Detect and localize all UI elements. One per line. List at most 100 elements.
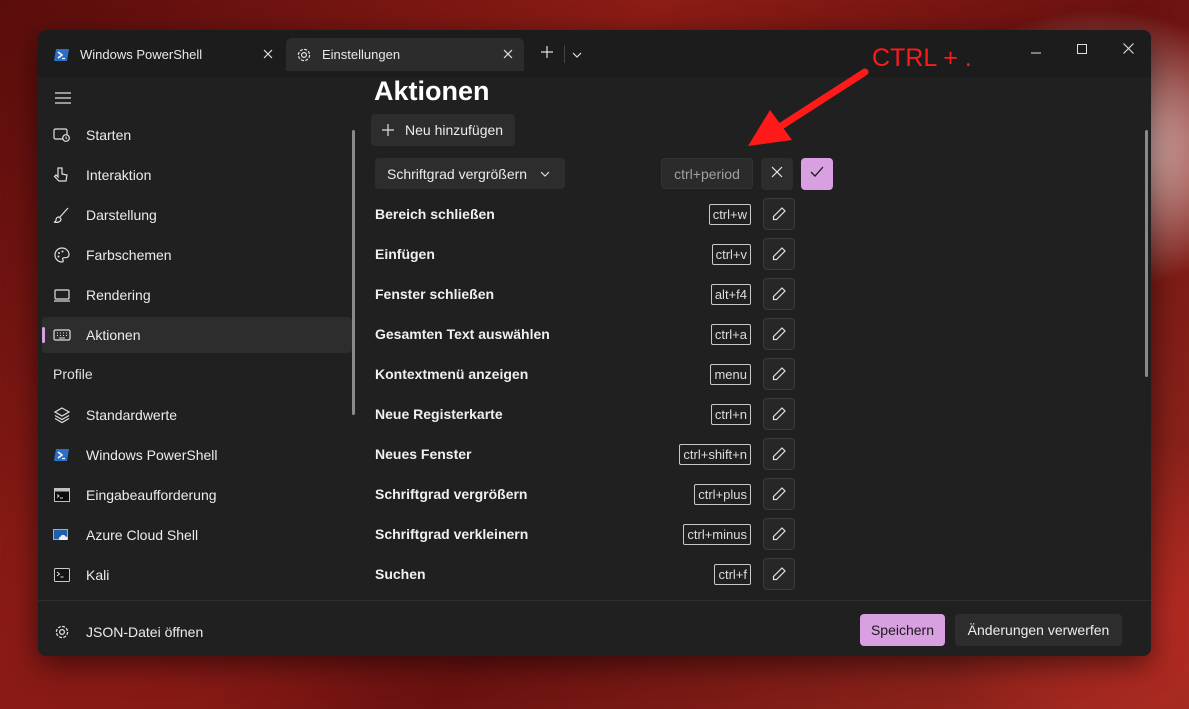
tab-einstellungen[interactable]: Einstellungen <box>286 38 524 71</box>
sidebar-item-label: Kali <box>86 567 110 583</box>
edit-button[interactable] <box>763 318 795 350</box>
hamburger-menu-icon[interactable] <box>54 89 72 107</box>
action-name: Einfügen <box>375 246 435 262</box>
action-name: Kontextmenü anzeigen <box>375 366 529 382</box>
key-chip: ctrl+f <box>714 564 751 585</box>
key-chip: ctrl+n <box>710 404 751 425</box>
edit-button[interactable] <box>763 518 795 550</box>
pencil-icon <box>772 527 786 541</box>
sidebar-item-rendering[interactable]: Rendering <box>42 277 352 313</box>
action-name: Schriftgrad verkleinern <box>375 526 529 542</box>
action-name: Schriftgrad vergrößern <box>375 486 528 502</box>
tab-dropdown-button[interactable] <box>564 41 590 67</box>
discard-changes-button[interactable]: Änderungen verwerfen <box>955 614 1122 646</box>
action-name: Bereich schließen <box>375 206 495 222</box>
edit-button[interactable] <box>763 478 795 510</box>
edit-button[interactable] <box>763 398 795 430</box>
sidebar-item-starten[interactable]: Starten <box>42 117 352 153</box>
checkmark-icon <box>810 165 824 183</box>
tab-windows-powershell[interactable]: Windows PowerShell <box>44 38 284 71</box>
sidebar-item-interaktion[interactable]: Interaktion <box>42 157 352 193</box>
footer-bar: JSON-Datei öffnen Speichern Änderungen v… <box>38 600 1151 656</box>
sidebar-item-windows-powershell[interactable]: Windows PowerShell <box>42 437 352 473</box>
close-icon <box>771 165 783 183</box>
action-row: Suchen ctrl+f <box>375 558 795 590</box>
key-chip: ctrl+plus <box>694 484 751 505</box>
gear-icon <box>296 47 312 63</box>
brush-icon <box>53 206 71 224</box>
profiles-header: Profile <box>53 366 93 382</box>
cancel-button[interactable] <box>761 158 793 190</box>
annotation-arrow-icon <box>748 68 869 146</box>
palette-icon <box>53 246 71 264</box>
action-row: Schriftgrad verkleinern ctrl+minus <box>375 518 795 550</box>
keyboard-icon <box>53 326 71 344</box>
key-chip: ctrl+v <box>711 244 751 265</box>
sidebar-item-aktionen[interactable]: Aktionen <box>42 317 352 353</box>
maximize-button[interactable] <box>1059 36 1105 64</box>
maximize-icon <box>1077 41 1087 59</box>
close-window-button[interactable] <box>1105 36 1151 64</box>
sidebar-item-label: Aktionen <box>86 327 141 343</box>
key-chip: ctrl+minus <box>683 524 751 545</box>
linux-icon <box>53 566 71 584</box>
open-json-label: JSON-Datei öffnen <box>86 624 204 640</box>
edit-button[interactable] <box>763 558 795 590</box>
layers-icon <box>53 406 71 424</box>
pencil-icon <box>772 447 786 461</box>
edit-button[interactable] <box>763 278 795 310</box>
edit-button[interactable] <box>763 358 795 390</box>
add-new-label: Neu hinzufügen <box>405 122 504 138</box>
close-icon[interactable] <box>260 46 276 62</box>
open-json-file-link[interactable]: JSON-Datei öffnen <box>53 623 203 641</box>
key-binding-input[interactable]: ctrl+period <box>661 158 753 189</box>
add-new-button[interactable]: Neu hinzufügen <box>371 114 516 146</box>
powershell-icon <box>54 47 70 63</box>
sidebar-item-label: Rendering <box>86 287 151 303</box>
key-chip: ctrl+a <box>710 324 751 345</box>
key-chip: alt+f4 <box>710 284 751 305</box>
action-row: Neues Fenster ctrl+shift+n <box>375 438 795 470</box>
sidebar-item-label: Azure Cloud Shell <box>86 527 199 543</box>
key-chip: menu <box>710 364 751 385</box>
main-scrollbar[interactable] <box>1145 130 1148 377</box>
key-chip: ctrl+w <box>708 204 751 225</box>
edit-button[interactable] <box>763 198 795 230</box>
sidebar-scrollbar[interactable] <box>352 130 355 415</box>
accept-button[interactable] <box>801 158 833 190</box>
sidebar-item-darstellung[interactable]: Darstellung <box>42 197 352 233</box>
action-name: Suchen <box>375 566 426 582</box>
sidebar-item-farbschemen[interactable]: Farbschemen <box>42 237 352 273</box>
close-icon[interactable] <box>500 46 516 62</box>
pencil-icon <box>772 207 786 221</box>
chevron-down-icon <box>539 167 551 179</box>
save-button[interactable]: Speichern <box>860 614 945 646</box>
tab-label: Windows PowerShell <box>80 47 203 62</box>
minimize-button[interactable] <box>1013 36 1059 64</box>
sidebar-item-kali[interactable]: Kali <box>42 557 352 593</box>
powershell-icon <box>53 446 71 464</box>
key-chip: ctrl+shift+n <box>679 444 751 465</box>
pencil-icon <box>772 327 786 341</box>
chevron-down-icon <box>572 45 582 63</box>
new-tab-button[interactable] <box>534 41 560 67</box>
action-dropdown[interactable]: Schriftgrad vergrößern <box>375 158 565 189</box>
pencil-icon <box>772 287 786 301</box>
sidebar-item-label: Starten <box>86 127 132 143</box>
main-content: Aktionen Neu hinzufügen Schriftgrad verg… <box>356 77 1151 597</box>
azure-icon <box>53 526 71 544</box>
gear-icon <box>53 623 71 641</box>
edit-button[interactable] <box>763 238 795 270</box>
edit-button[interactable] <box>763 438 795 470</box>
sidebar-item-eingabeaufforderung[interactable]: Eingabeaufforderung <box>42 477 352 513</box>
sidebar: Starten Interaktion Darstellung Farbsche… <box>38 77 356 656</box>
action-row: Neue Registerkarte ctrl+n <box>375 398 795 430</box>
startup-icon <box>53 126 71 144</box>
cmd-icon <box>53 486 71 504</box>
sidebar-item-azure-cloud-shell[interactable]: Azure Cloud Shell <box>42 517 352 553</box>
monitor-icon <box>53 286 71 304</box>
action-name: Gesamten Text auswählen <box>375 326 550 342</box>
sidebar-item-standardwerte[interactable]: Standardwerte <box>42 397 352 433</box>
plus-icon <box>381 123 395 137</box>
sidebar-item-label: Standardwerte <box>86 407 178 423</box>
